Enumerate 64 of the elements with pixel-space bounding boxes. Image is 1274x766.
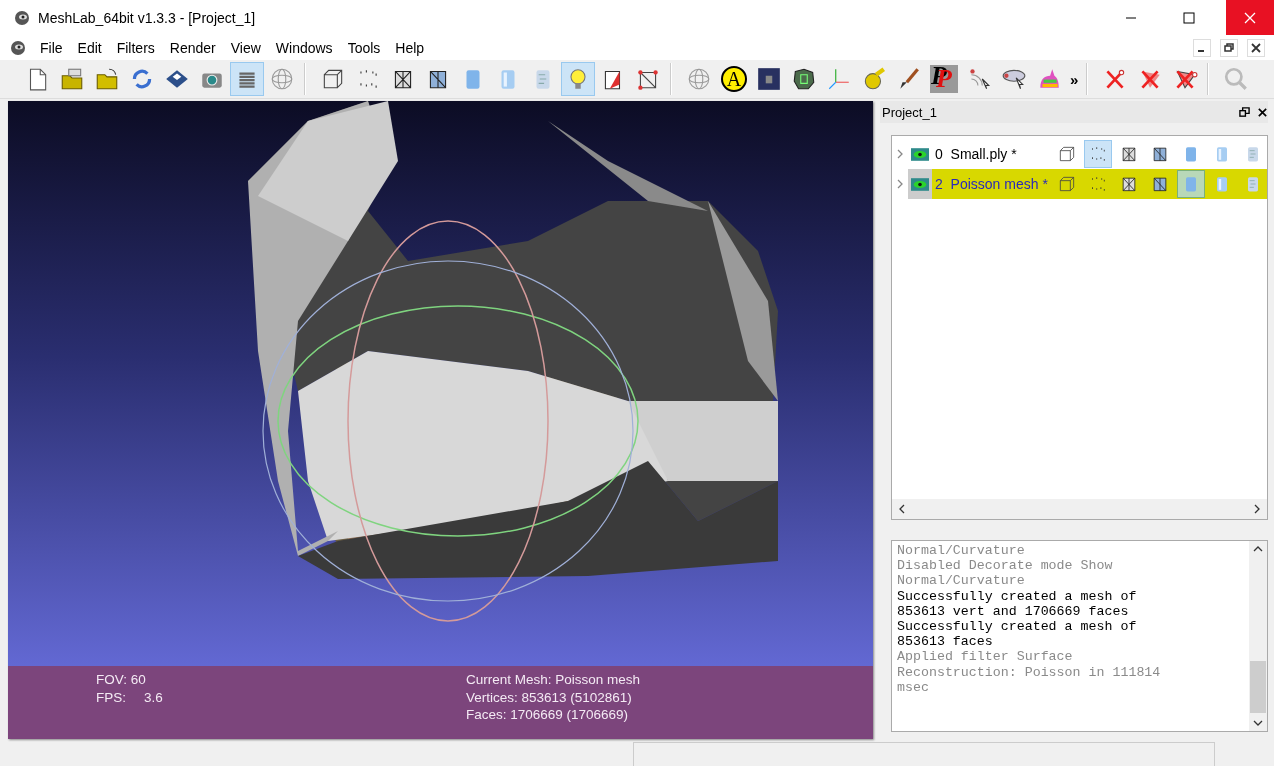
layer-name: 0 Small.ply * xyxy=(935,146,1018,162)
log-line: Applied filter Surface xyxy=(897,649,1074,665)
scroll-down-icon[interactable] xyxy=(1252,719,1264,727)
app-logo-icon xyxy=(14,9,30,26)
layer-name: 2 Poisson mesh * xyxy=(935,176,1049,192)
wire-sphere-icon xyxy=(269,66,295,92)
mdi-minimize-icon[interactable] xyxy=(1193,38,1211,57)
log-line: msec xyxy=(897,679,930,696)
faces-label: Faces: 1706669 (1706669) xyxy=(466,706,630,724)
window-title: MeshLab_64bit v1.3.3 - [Project_1] xyxy=(38,9,256,26)
log-line: Successfully created a mesh of xyxy=(897,619,1138,635)
log-line: 853613 faces xyxy=(897,634,994,650)
menu-item[interactable]: Filters xyxy=(110,39,164,56)
menu-item[interactable]: Render xyxy=(163,39,225,56)
eye-icon xyxy=(911,176,929,192)
menu-item[interactable]: Edit xyxy=(71,39,111,56)
vertical-scrollbar[interactable] xyxy=(1249,541,1267,731)
log-line: Disabled Decorate mode Show xyxy=(897,558,1114,574)
log-line: Reconstruction: Poisson in 111814 xyxy=(897,664,1162,680)
point-cloud-toggle[interactable] xyxy=(1084,140,1112,168)
mesh-shape-icon xyxy=(791,66,817,92)
toolbar-overflow-button[interactable]: » xyxy=(1067,70,1082,88)
dock-close-icon[interactable] xyxy=(1257,106,1268,118)
scrollbar-thumb[interactable] xyxy=(1250,661,1266,713)
vertices-label: Vertices: 853613 (5102861) xyxy=(466,688,633,706)
maximize-icon xyxy=(1183,11,1195,24)
fov-label: FOV: 60 xyxy=(96,671,147,689)
layers-button[interactable] xyxy=(230,62,264,96)
scroll-up-icon[interactable] xyxy=(1252,545,1264,553)
axes-icon xyxy=(826,66,852,92)
log-line: Normal/Curvature xyxy=(897,573,1026,589)
layer-item[interactable]: 0 Small.ply * xyxy=(932,139,1267,169)
layer-item[interactable]: 2 Poisson mesh * xyxy=(932,169,1267,199)
open-folder-icon xyxy=(94,66,120,92)
menu-item[interactable]: Tools xyxy=(341,39,390,56)
current-mesh-label: Current Mesh: Poisson mesh xyxy=(466,671,641,689)
app-logo-icon xyxy=(10,39,26,56)
raster-image-icon xyxy=(756,66,782,92)
log-line: 853613 vert and 1706669 faces xyxy=(897,603,1130,619)
3d-viewport[interactable]: FOV: 60 FPS: 3.6 Current Mesh: Poisson mesh Vertices: 853613 (5102861) Faces: 1706669 (1706669) xyxy=(8,101,873,739)
eye-icon xyxy=(911,146,929,162)
menu-item[interactable]: Windows xyxy=(269,39,342,56)
dock-title: Project_1 xyxy=(882,104,937,120)
mdi-restore-icon[interactable] xyxy=(1220,38,1238,57)
log-line: Successfully created a mesh of xyxy=(897,588,1138,604)
scroll-right-icon[interactable] xyxy=(1253,503,1261,515)
menu-item[interactable]: Help xyxy=(389,39,434,56)
mdi-close-icon[interactable] xyxy=(1247,38,1265,57)
menu-item[interactable]: File xyxy=(34,39,72,56)
wire-sphere-icon xyxy=(686,66,712,92)
flat-cylinder-toggle[interactable] xyxy=(1177,170,1205,198)
wire-cube-icon xyxy=(1057,174,1077,194)
scroll-left-icon[interactable] xyxy=(898,503,906,515)
wire-cube-icon xyxy=(1057,144,1077,164)
search-icon xyxy=(1223,66,1250,92)
visibility-toggle[interactable] xyxy=(908,169,932,199)
horizontal-scrollbar[interactable] xyxy=(892,499,1267,519)
close-icon xyxy=(1244,11,1256,24)
menu-item[interactable]: View xyxy=(224,39,270,56)
folder-stack-icon xyxy=(59,66,85,92)
fps-label: FPS: xyxy=(96,688,126,706)
fps-value: 3.6 xyxy=(144,688,163,706)
log-line: Normal/Curvature xyxy=(897,543,1026,559)
dock-float-icon[interactable] xyxy=(1239,106,1250,118)
